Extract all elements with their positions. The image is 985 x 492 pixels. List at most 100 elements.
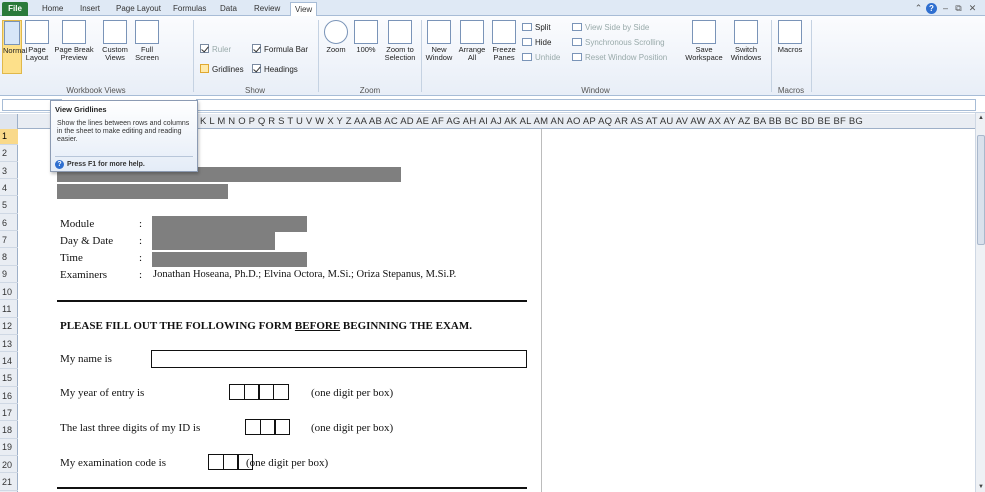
ribbon-minimize-icon[interactable]: ⌃ <box>913 3 924 14</box>
scroll-up-icon[interactable]: ▲ <box>976 113 985 123</box>
tab-file[interactable]: File <box>2 2 28 16</box>
reset-position-icon <box>572 53 582 61</box>
select-all-corner[interactable] <box>0 114 18 129</box>
row-header[interactable]: 17 <box>0 406 18 422</box>
tooltip-body: Show the lines between rows and columns … <box>57 120 190 143</box>
tab-view[interactable]: View <box>290 2 318 16</box>
split-label: Split <box>535 23 551 32</box>
page-break-line <box>541 129 542 492</box>
freeze-panes-icon <box>492 20 516 44</box>
split-icon <box>522 23 532 31</box>
hide-button[interactable]: Hide <box>522 37 551 49</box>
tab-page-layout[interactable]: Page Layout <box>112 2 165 16</box>
digit-box[interactable] <box>272 384 289 400</box>
row-header[interactable]: 18 <box>0 423 18 439</box>
row-header[interactable]: 19 <box>0 440 18 456</box>
row-header[interactable]: 11 <box>0 302 18 318</box>
unhide-label: Unhide <box>535 53 561 62</box>
help-icon[interactable]: ? <box>926 3 937 14</box>
full-screen-button[interactable]: Full Screen <box>132 20 162 74</box>
window-restore-icon[interactable]: ⧉ <box>953 3 964 14</box>
row-header[interactable]: 8 <box>0 250 18 266</box>
year-note: (one digit per box) <box>311 387 394 399</box>
instruction-part: BEGINNING THE EXAM. <box>340 320 472 332</box>
view-gridlines-tooltip: View Gridlines Show the lines between ro… <box>50 100 198 172</box>
normal-view-button[interactable]: Normal <box>2 20 27 74</box>
horizontal-rule <box>57 487 527 489</box>
window-close-icon[interactable]: ✕ <box>967 3 978 14</box>
view-side-by-side-button[interactable]: View Side by Side <box>572 22 649 34</box>
switch-windows-button[interactable]: Switch Windows <box>726 20 766 74</box>
window-group-label: Window <box>581 86 610 95</box>
scroll-down-icon[interactable]: ▼ <box>976 482 985 492</box>
row-header[interactable]: 6 <box>0 216 18 231</box>
page-layout-view-button[interactable]: Page Layout <box>24 20 50 74</box>
row-header[interactable]: 20 <box>0 458 18 474</box>
row-header[interactable]: 7 <box>0 233 18 249</box>
page-break-preview-button[interactable]: Page Break Preview <box>54 20 94 74</box>
custom-views-label: Custom Views <box>102 45 128 62</box>
row-header[interactable]: 13 <box>0 337 18 353</box>
row-header[interactable]: 1 <box>0 129 18 145</box>
zoom-100-icon <box>354 20 378 44</box>
formula-bar-label: Formula Bar <box>264 45 309 54</box>
tab-insert[interactable]: Insert <box>76 2 104 16</box>
help-icon: ? <box>55 160 64 169</box>
synchronous-scrolling-label: Synchronous Scrolling <box>585 38 665 47</box>
new-window-button[interactable]: New Window <box>424 20 454 74</box>
year-digit-boxes[interactable] <box>229 384 289 400</box>
row-header[interactable]: 21 <box>0 475 18 491</box>
row-header[interactable]: 3 <box>0 164 18 180</box>
page-layout-icon <box>25 20 49 44</box>
formula-bar-checkbox[interactable]: Formula Bar <box>252 44 308 56</box>
tooltip-divider <box>55 156 193 157</box>
save-workspace-label: Save Workspace <box>685 45 723 62</box>
tab-formulas[interactable]: Formulas <box>169 2 210 16</box>
freeze-panes-button[interactable]: Freeze Panes <box>490 20 518 74</box>
row-header[interactable]: 14 <box>0 354 18 370</box>
name-input-box[interactable] <box>151 350 527 368</box>
row-header[interactable]: 16 <box>0 389 18 404</box>
tab-data[interactable]: Data <box>216 2 241 16</box>
switch-windows-label: Switch Windows <box>730 45 762 62</box>
split-button[interactable]: Split <box>522 22 551 34</box>
checkbox-box <box>200 64 209 73</box>
headings-checkbox[interactable]: Headings <box>252 64 298 76</box>
tab-home[interactable]: Home <box>38 2 67 16</box>
window-minimize-icon[interactable]: – <box>940 3 951 14</box>
gridlines-checkbox[interactable]: Gridlines <box>200 64 244 76</box>
code-digit-boxes[interactable] <box>208 454 253 470</box>
vertical-scrollbar[interactable]: ▲ ▼ <box>975 113 985 492</box>
row-header[interactable]: 4 <box>0 181 18 197</box>
row-header[interactable]: 15 <box>0 371 18 387</box>
column-labels[interactable]: K L M N O P Q R S T U V W X Y Z AA AB AC… <box>200 114 863 129</box>
unhide-button[interactable]: Unhide <box>522 52 560 64</box>
ruler-checkbox[interactable]: Ruler <box>200 44 231 56</box>
macros-button[interactable]: Macros <box>775 20 805 74</box>
time-colon: : <box>139 252 143 264</box>
reset-window-position-button[interactable]: Reset Window Position <box>572 52 667 64</box>
zoom-to-selection-button[interactable]: Zoom to Selection <box>382 20 418 74</box>
id-label: The last three digits of my ID is <box>60 422 201 434</box>
tab-review[interactable]: Review <box>250 2 284 16</box>
save-workspace-button[interactable]: Save Workspace <box>684 20 724 74</box>
custom-views-button[interactable]: Custom Views <box>100 20 130 74</box>
row-header[interactable]: 10 <box>0 285 18 301</box>
formula-input[interactable] <box>196 99 976 111</box>
digit-box[interactable] <box>274 419 290 435</box>
row-header[interactable]: 12 <box>0 319 18 335</box>
horizontal-rule <box>57 300 527 302</box>
synchronous-scrolling-button[interactable]: Synchronous Scrolling <box>572 37 665 49</box>
row-header[interactable]: 5 <box>0 198 18 214</box>
row-header[interactable]: 9 <box>0 267 18 283</box>
redacted-block <box>57 184 228 199</box>
arrange-all-button[interactable]: Arrange All <box>456 20 488 74</box>
zoom-100-button[interactable]: 100% <box>352 20 380 74</box>
new-window-icon <box>427 20 451 44</box>
view-side-by-side-label: View Side by Side <box>585 23 650 32</box>
zoom-button[interactable]: Zoom <box>322 20 350 74</box>
scroll-thumb[interactable] <box>977 135 985 245</box>
row-header[interactable]: 2 <box>0 146 18 162</box>
id-digit-boxes[interactable] <box>245 419 290 435</box>
module-label: Module <box>60 218 95 230</box>
